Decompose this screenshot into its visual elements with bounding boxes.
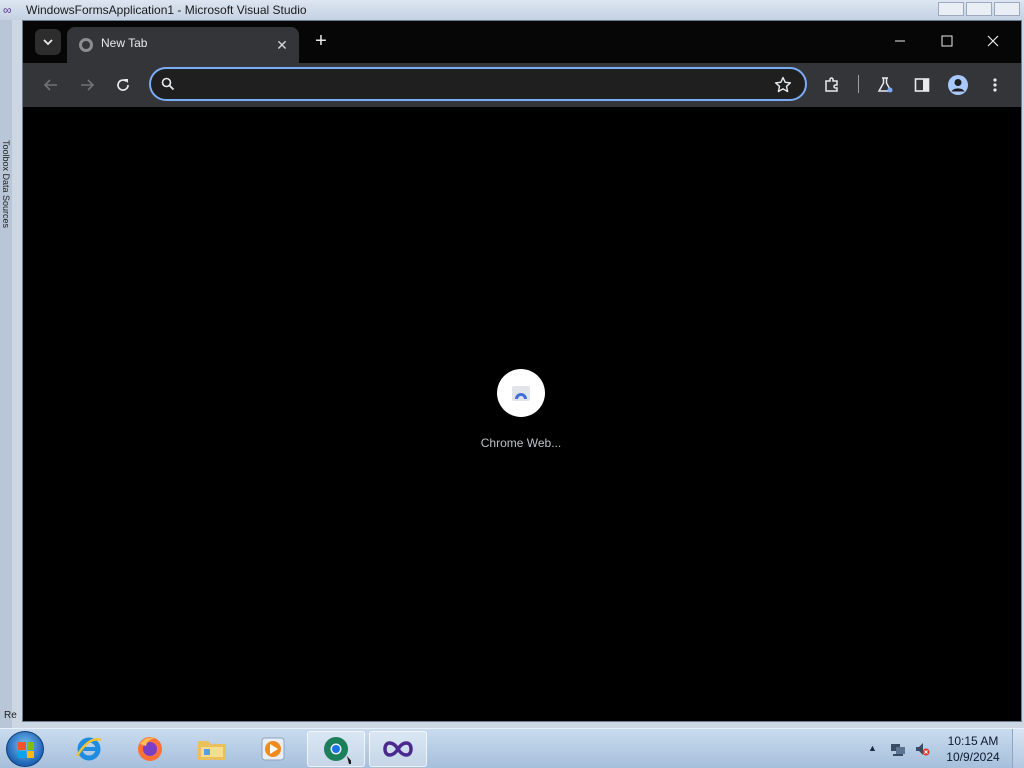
start-button[interactable] bbox=[6, 731, 44, 767]
network-icon[interactable] bbox=[890, 741, 906, 757]
background-window-titlebar[interactable]: ∞ WindowsFormsApplication1 - Microsoft V… bbox=[0, 0, 1024, 20]
taskbar-app-visual-studio[interactable] bbox=[369, 731, 427, 767]
side-panel-icon bbox=[914, 78, 930, 92]
background-window-title: WindowsFormsApplication1 - Microsoft Vis… bbox=[26, 3, 307, 17]
address-input[interactable] bbox=[185, 74, 745, 94]
background-close-button[interactable] bbox=[994, 2, 1020, 16]
toolbox-tab[interactable]: Toolbox Data Sources bbox=[1, 140, 11, 280]
tab-strip: New Tab ✕ + bbox=[23, 21, 1021, 63]
avatar-icon bbox=[948, 75, 968, 95]
close-icon bbox=[987, 35, 999, 47]
taskbar-app-firefox[interactable] bbox=[121, 731, 179, 767]
minimize-icon bbox=[895, 40, 905, 42]
puzzle-icon bbox=[825, 77, 838, 92]
arrow-left-icon bbox=[43, 79, 57, 91]
reload-icon bbox=[117, 79, 129, 91]
flask-icon bbox=[877, 77, 893, 93]
new-tab-button[interactable]: + bbox=[309, 30, 333, 54]
web-store-icon bbox=[512, 386, 530, 401]
clock-time: 10:15 AM bbox=[947, 734, 999, 748]
star-icon[interactable] bbox=[773, 75, 793, 95]
close-icon[interactable]: ✕ bbox=[273, 36, 291, 54]
background-status-text: Re bbox=[4, 710, 17, 721]
taskbar-app-internet-explorer[interactable] bbox=[60, 731, 118, 767]
chrome-window: New Tab ✕ + Chrome Web... bbox=[22, 20, 1022, 722]
profile-button[interactable] bbox=[946, 73, 970, 97]
toolbar-divider bbox=[858, 75, 859, 93]
back-button[interactable] bbox=[39, 73, 63, 97]
taskbar-app-chrome[interactable] bbox=[307, 731, 365, 767]
arrow-right-icon bbox=[81, 79, 95, 91]
show-desktop-button[interactable] bbox=[1012, 729, 1024, 768]
labs-button[interactable] bbox=[873, 73, 897, 97]
minimize-button[interactable] bbox=[885, 29, 915, 53]
system-clock[interactable]: 10:15 AM 10/9/2024 bbox=[938, 733, 1008, 765]
extensions-button[interactable] bbox=[820, 73, 844, 97]
background-window-controls bbox=[938, 2, 1020, 16]
loading-label: Chrome Web... bbox=[480, 436, 562, 450]
taskbar-app-file-explorer[interactable] bbox=[183, 731, 241, 767]
media-player-icon bbox=[261, 737, 285, 761]
volume-muted-icon[interactable] bbox=[914, 741, 930, 757]
forward-button[interactable] bbox=[75, 73, 99, 97]
toolbar bbox=[23, 63, 1021, 107]
reload-button[interactable] bbox=[111, 73, 135, 97]
taskbar-app-media-player[interactable] bbox=[244, 731, 302, 767]
firefox-icon bbox=[138, 737, 162, 761]
tray-expand-icon[interactable]: ▲ bbox=[868, 743, 877, 753]
menu-button[interactable] bbox=[983, 73, 1007, 97]
maximize-icon bbox=[941, 35, 953, 47]
taskbar: ▲ 10:15 AM 10/9/2024 bbox=[0, 728, 1024, 768]
chrome-web-store-loading-icon bbox=[497, 369, 545, 417]
background-minimize-button[interactable] bbox=[938, 2, 964, 16]
chevron-down-icon bbox=[43, 39, 53, 46]
side-panel-button[interactable] bbox=[910, 73, 934, 97]
page-content: Chrome Web... bbox=[23, 107, 1021, 721]
chrome-icon bbox=[324, 737, 351, 764]
globe-icon bbox=[79, 38, 93, 52]
clock-date: 10/9/2024 bbox=[946, 750, 1000, 764]
visual-studio-logo-icon: ∞ bbox=[3, 3, 12, 17]
tab-new-tab[interactable]: New Tab ✕ bbox=[67, 27, 299, 63]
chrome-frame: New Tab ✕ + Chrome Web... bbox=[23, 21, 1021, 721]
search-icon bbox=[161, 77, 175, 91]
visual-studio-icon bbox=[383, 741, 413, 757]
internet-explorer-icon bbox=[75, 737, 102, 761]
address-bar[interactable] bbox=[149, 67, 807, 101]
more-vertical-icon bbox=[993, 78, 997, 92]
maximize-button[interactable] bbox=[932, 29, 962, 53]
background-maximize-button[interactable] bbox=[966, 2, 992, 16]
folder-icon bbox=[198, 741, 226, 760]
tab-search-button[interactable] bbox=[35, 29, 61, 55]
close-window-button[interactable] bbox=[978, 29, 1008, 53]
windows-logo-icon bbox=[18, 742, 34, 758]
tab-title: New Tab bbox=[101, 36, 148, 50]
background-side-bar: Toolbox Data Sources bbox=[0, 20, 12, 728]
